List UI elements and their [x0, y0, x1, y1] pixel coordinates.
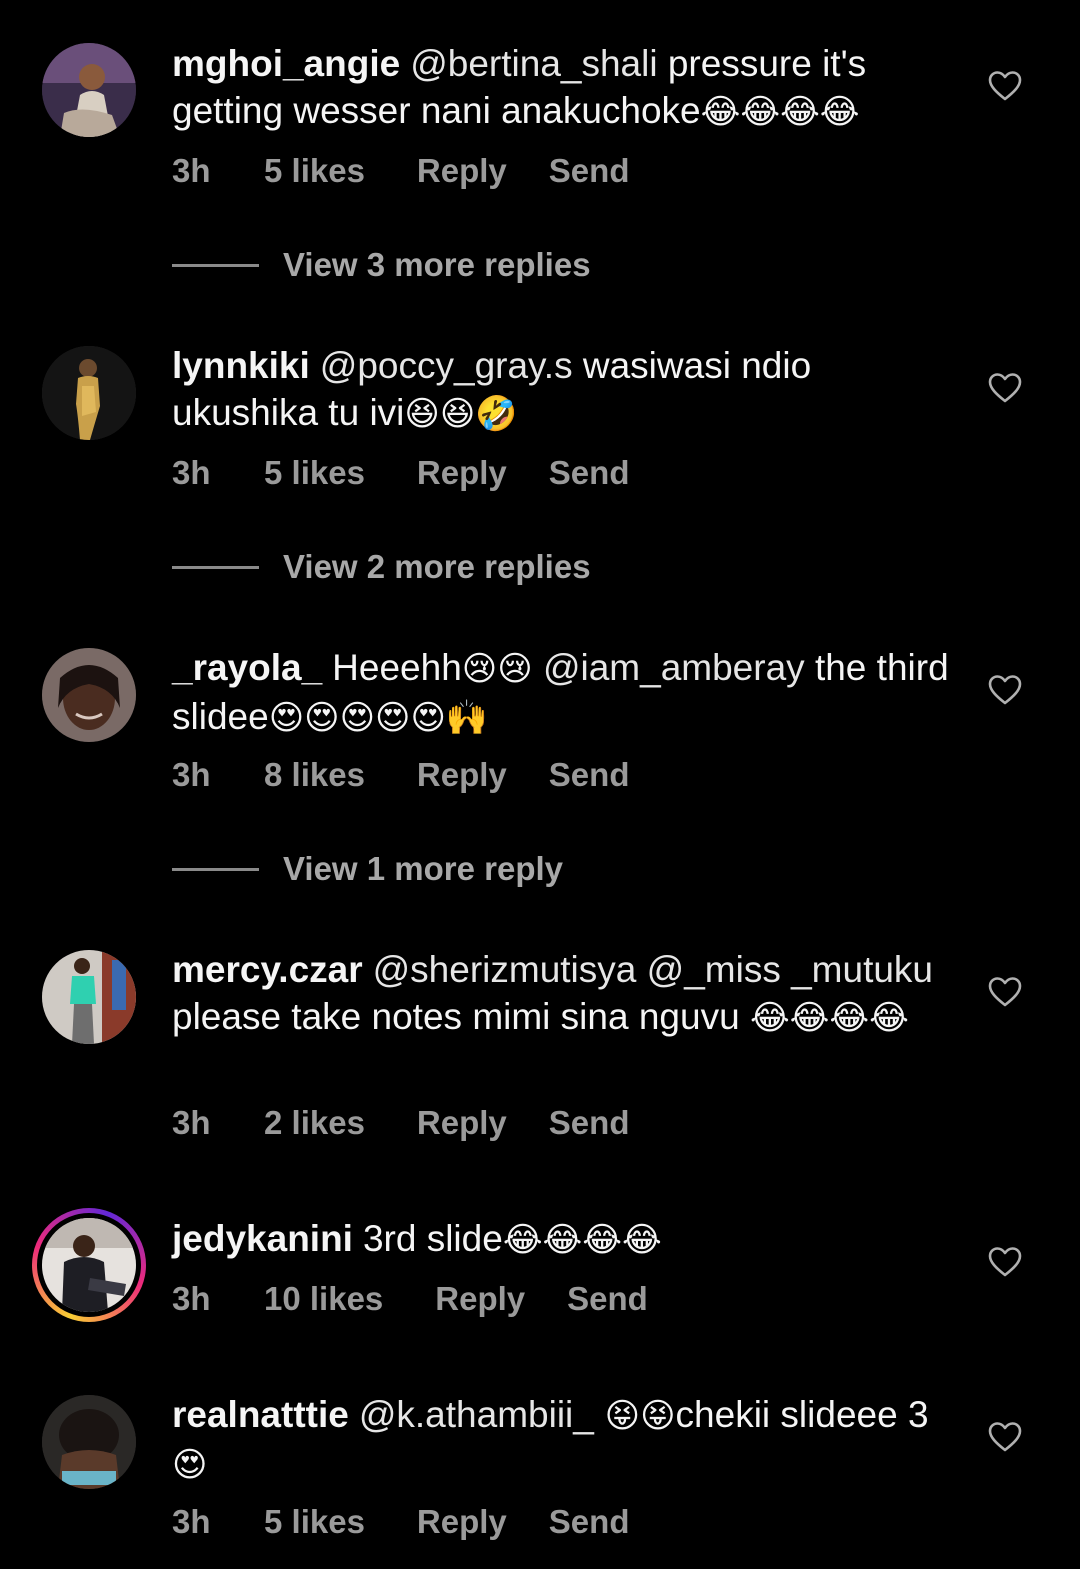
view-replies-button[interactable]: View 2 more replies [172, 548, 591, 586]
profile-photo-icon [42, 43, 136, 137]
heart-icon[interactable] [988, 70, 1022, 102]
heart-icon[interactable] [988, 372, 1022, 404]
comment-time: 3h [172, 756, 211, 793]
comment-likes[interactable]: 5 likes [264, 152, 365, 190]
profile-photo-icon [42, 1218, 136, 1312]
comment-emojis-inline: 😝😝 [593, 1396, 676, 1436]
comment-username[interactable]: _rayola_ [172, 647, 322, 688]
comment-emojis: 😂😂😂😂 [749, 998, 909, 1038]
comment-username[interactable]: realnatttie [172, 1394, 349, 1435]
profile-photo-icon [42, 346, 136, 440]
avatar[interactable] [42, 1395, 136, 1489]
comment-mention[interactable]: @iam_amberay [533, 647, 805, 688]
comment-emojis: 😍 [172, 1445, 208, 1485]
comment-emojis: 😆😆🤣 [404, 394, 518, 434]
reply-button[interactable]: Reply [417, 756, 507, 794]
comment-emojis: 😂😂😂😂 [502, 1220, 662, 1260]
view-replies-button[interactable]: View 3 more replies [172, 246, 591, 284]
heart-icon[interactable] [988, 674, 1022, 706]
avatar[interactable] [42, 43, 136, 137]
heart-icon[interactable] [988, 1421, 1022, 1453]
reply-button[interactable]: Reply [435, 1280, 525, 1318]
comment-mention[interactable]: @sherizmutisya @_miss _mutuku [373, 949, 933, 990]
comment-time: 3h [172, 152, 211, 189]
comment-text: please take notes mimi sina nguvu [172, 996, 740, 1037]
avatar[interactable] [32, 1208, 146, 1322]
reply-button[interactable]: Reply [417, 454, 507, 492]
comment-time: 3h [172, 1503, 211, 1540]
comment-mention[interactable]: @k.athambiii_ [359, 1394, 594, 1435]
reply-button[interactable]: Reply [417, 152, 507, 190]
replies-divider [172, 867, 259, 871]
avatar[interactable] [42, 950, 136, 1044]
comment-text-before: Heeehh [332, 647, 462, 688]
comment-time: 3h [172, 1280, 211, 1317]
comment-likes[interactable]: 8 likes [264, 756, 365, 794]
profile-photo-icon [42, 1395, 136, 1489]
comment-likes[interactable]: 2 likes [264, 1104, 365, 1142]
comment-time: 3h [172, 1104, 211, 1141]
comment-likes[interactable]: 10 likes [264, 1280, 383, 1318]
reply-button[interactable]: Reply [417, 1503, 507, 1541]
profile-photo-icon [42, 950, 136, 1044]
view-replies-label: View 2 more replies [283, 548, 591, 585]
comment-emojis-inline: 😢😢 [461, 649, 533, 689]
comment-likes[interactable]: 5 likes [264, 1503, 365, 1541]
comment-mention[interactable]: @bertina_shali [410, 43, 657, 84]
comment-text: chekii slideee 3 [675, 1394, 929, 1435]
send-button[interactable]: Send [567, 1280, 648, 1318]
comment-username[interactable]: mghoi_angie [172, 43, 400, 84]
view-replies-button[interactable]: View 1 more reply [172, 850, 563, 888]
profile-photo-icon [42, 648, 136, 742]
send-button[interactable]: Send [549, 152, 630, 190]
send-button[interactable]: Send [549, 1503, 630, 1541]
send-button[interactable]: Send [549, 1104, 630, 1142]
comment-mention[interactable]: @poccy_gray.s [320, 345, 573, 386]
comment-username[interactable]: jedykanini [172, 1218, 353, 1259]
comment-emojis: 😍😍😍😍😍🙌 [268, 698, 489, 738]
replies-divider [172, 263, 259, 267]
comment-username[interactable]: mercy.czar [172, 949, 363, 990]
comment-text: 3rd slide [362, 1218, 503, 1259]
heart-icon[interactable] [988, 1246, 1022, 1278]
view-replies-label: View 3 more replies [283, 246, 591, 283]
view-replies-label: View 1 more reply [283, 850, 564, 887]
avatar[interactable] [42, 648, 136, 742]
replies-divider [172, 565, 259, 569]
send-button[interactable]: Send [549, 454, 630, 492]
heart-icon[interactable] [988, 976, 1022, 1008]
reply-button[interactable]: Reply [417, 1104, 507, 1142]
avatar[interactable] [42, 346, 136, 440]
comment-likes[interactable]: 5 likes [264, 454, 365, 492]
comment-username[interactable]: lynnkiki [172, 345, 310, 386]
comment-emojis: 😂😂😂😂 [700, 92, 860, 132]
send-button[interactable]: Send [549, 756, 630, 794]
comment-time: 3h [172, 454, 211, 491]
